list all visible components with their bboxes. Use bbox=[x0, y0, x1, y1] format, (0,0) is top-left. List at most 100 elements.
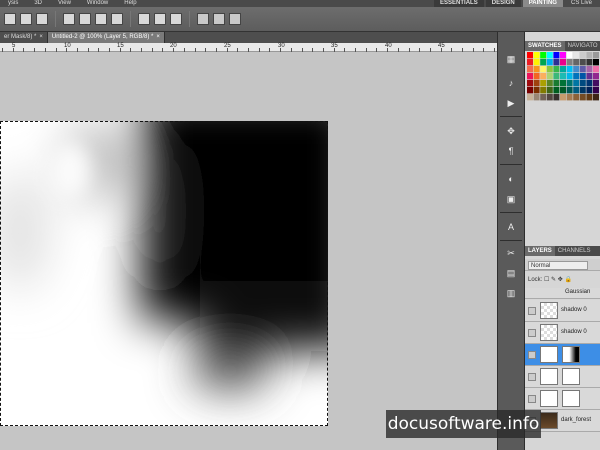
swatch[interactable] bbox=[579, 66, 586, 73]
align-top-button[interactable] bbox=[4, 13, 16, 25]
swatch[interactable] bbox=[579, 73, 586, 80]
brush-presets-icon[interactable]: ♪ bbox=[502, 76, 520, 90]
swatch[interactable] bbox=[566, 80, 573, 87]
swatch[interactable] bbox=[586, 94, 593, 101]
menu-window[interactable]: Window bbox=[79, 0, 116, 7]
distribute-middle-button[interactable] bbox=[79, 13, 91, 25]
history-icon[interactable]: ▥ bbox=[502, 286, 520, 300]
swatch[interactable] bbox=[560, 80, 566, 87]
eye-icon[interactable] bbox=[528, 351, 536, 359]
paragraph-icon[interactable]: ¶ bbox=[502, 144, 520, 158]
swatch[interactable] bbox=[527, 87, 533, 94]
swatch[interactable] bbox=[573, 66, 580, 73]
swatch[interactable] bbox=[540, 59, 547, 66]
layer-row[interactable] bbox=[525, 366, 600, 388]
swatch[interactable] bbox=[560, 52, 566, 59]
swatch[interactable] bbox=[540, 73, 547, 80]
swatch[interactable] bbox=[573, 87, 580, 94]
swatch[interactable] bbox=[586, 80, 593, 87]
workspace-design[interactable]: DESIGN bbox=[485, 0, 521, 7]
paths-icon[interactable]: ✂ bbox=[502, 246, 520, 260]
swatch[interactable] bbox=[560, 94, 566, 101]
tool-presets-icon[interactable]: ✥ bbox=[502, 124, 520, 138]
zoom-level-dropdown[interactable] bbox=[229, 13, 241, 25]
swatch[interactable] bbox=[527, 52, 533, 59]
canvas-area[interactable] bbox=[0, 52, 497, 450]
swatch[interactable] bbox=[586, 87, 593, 94]
swatch[interactable] bbox=[586, 66, 593, 73]
swatch[interactable] bbox=[579, 94, 586, 101]
clone-source-icon[interactable]: ▶ bbox=[502, 96, 520, 110]
visibility-toggle[interactable] bbox=[528, 329, 536, 337]
swatch[interactable] bbox=[533, 66, 540, 73]
swatch[interactable] bbox=[593, 94, 599, 101]
swatch[interactable] bbox=[579, 59, 586, 66]
swatch[interactable] bbox=[566, 52, 573, 59]
lock-icon[interactable]: ☐ ✎ ✥ 🔒 bbox=[544, 277, 572, 283]
tab-layers[interactable]: LAYERS bbox=[525, 246, 555, 256]
swatch[interactable] bbox=[546, 73, 553, 80]
swatch[interactable] bbox=[560, 87, 566, 94]
swatch[interactable] bbox=[546, 87, 553, 94]
swatch[interactable] bbox=[533, 94, 540, 101]
align-bottom-button[interactable] bbox=[36, 13, 48, 25]
swatch[interactable] bbox=[540, 87, 547, 94]
document-canvas[interactable] bbox=[0, 121, 328, 426]
swatch[interactable] bbox=[527, 73, 533, 80]
swatch[interactable] bbox=[533, 52, 540, 59]
layer-row-selected[interactable] bbox=[525, 344, 600, 366]
swatch[interactable] bbox=[573, 73, 580, 80]
swatch[interactable] bbox=[566, 94, 573, 101]
tab-document-1[interactable]: er Mask/8) * × bbox=[0, 32, 48, 43]
workspace-essentials[interactable]: ESSENTIALS bbox=[434, 0, 484, 7]
swatch[interactable] bbox=[546, 52, 553, 59]
swatch[interactable] bbox=[533, 80, 540, 87]
eye-icon[interactable] bbox=[528, 395, 536, 403]
swatch[interactable] bbox=[553, 80, 560, 87]
tab-swatches[interactable]: SWATCHES bbox=[525, 41, 565, 51]
menu-help[interactable]: Help bbox=[116, 0, 144, 7]
layer-comps-icon[interactable]: ▤ bbox=[502, 266, 520, 280]
layer-mask-thumbnail[interactable] bbox=[562, 346, 580, 363]
menu-analysis[interactable]: ysis bbox=[0, 0, 26, 7]
swatch[interactable] bbox=[579, 80, 586, 87]
layer-row[interactable]: shadow 0 bbox=[525, 322, 600, 344]
swatch[interactable] bbox=[566, 59, 573, 66]
swatch[interactable] bbox=[553, 94, 560, 101]
swatch[interactable] bbox=[560, 73, 566, 80]
swatch[interactable] bbox=[527, 66, 533, 73]
swatch[interactable] bbox=[546, 66, 553, 73]
layer-row[interactable] bbox=[525, 388, 600, 410]
swatch[interactable] bbox=[573, 80, 580, 87]
swatch[interactable] bbox=[527, 94, 533, 101]
swatch[interactable] bbox=[553, 52, 560, 59]
swatch[interactable] bbox=[573, 94, 580, 101]
tab-navigator[interactable]: NAVIGATO bbox=[565, 41, 600, 51]
tab-document-2[interactable]: Untitled-2 @ 100% (Layer 5, RGB/8) * × bbox=[47, 32, 165, 43]
swatch[interactable] bbox=[586, 52, 593, 59]
swatch[interactable] bbox=[527, 80, 533, 87]
swatch[interactable] bbox=[540, 94, 547, 101]
swatch[interactable] bbox=[546, 80, 553, 87]
swatch[interactable] bbox=[527, 59, 533, 66]
distribute-bottom-button[interactable] bbox=[95, 13, 107, 25]
tab-channels[interactable]: CHANNELS bbox=[555, 246, 594, 256]
swatch[interactable] bbox=[566, 73, 573, 80]
swatch[interactable] bbox=[540, 66, 547, 73]
swatch[interactable] bbox=[560, 59, 566, 66]
swatch[interactable] bbox=[593, 73, 599, 80]
swatch[interactable] bbox=[593, 80, 599, 87]
swatch[interactable] bbox=[566, 87, 573, 94]
swatch[interactable] bbox=[553, 87, 560, 94]
swatch[interactable] bbox=[593, 59, 599, 66]
swatch[interactable] bbox=[593, 87, 599, 94]
swatch[interactable] bbox=[573, 52, 580, 59]
cs-live-button[interactable]: CS Live bbox=[563, 0, 600, 7]
close-icon[interactable]: × bbox=[156, 34, 160, 40]
view-extras-dropdown[interactable] bbox=[213, 13, 225, 25]
layer-mask-thumbnail[interactable] bbox=[562, 390, 580, 407]
blend-mode-dropdown[interactable]: Normal bbox=[528, 261, 588, 270]
swatch[interactable] bbox=[553, 59, 560, 66]
masks-icon[interactable]: ▣ bbox=[502, 192, 520, 206]
swatch[interactable] bbox=[553, 73, 560, 80]
